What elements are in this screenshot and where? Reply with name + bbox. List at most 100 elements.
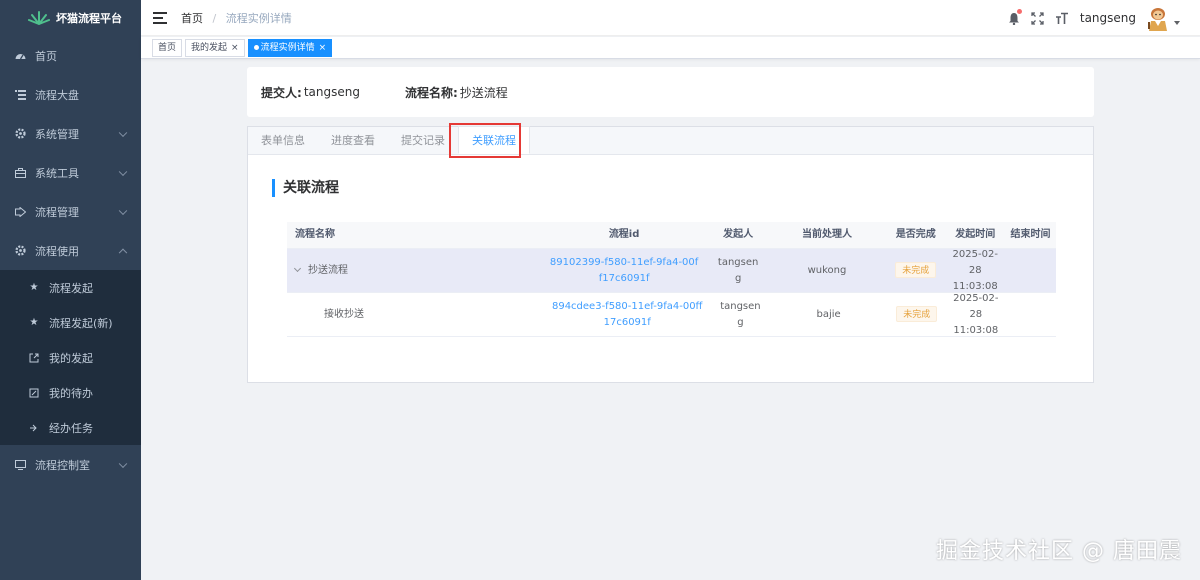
- chevron-down-icon: [118, 167, 128, 176]
- font-size-icon[interactable]: [1054, 10, 1070, 26]
- detail-panel: 表单信息 进度查看 提交记录 关联流程 关联流程 流程名称 流程id 发起人 当…: [247, 123, 1094, 383]
- caret-down-icon[interactable]: [1174, 21, 1180, 25]
- tag-label: 首页: [158, 42, 177, 53]
- sidebar-item-label: 首页: [35, 49, 57, 63]
- start-time: 11:03:08: [953, 324, 999, 336]
- logo[interactable]: 坏猫流程平台: [0, 0, 141, 36]
- table-header: 流程名称 流程id 发起人 当前处理人 是否完成 发起时间 结束时间: [287, 222, 1056, 249]
- sidebar-item-label: 流程使用: [35, 244, 79, 258]
- logo-icon: [28, 11, 50, 25]
- star-icon: ★: [29, 282, 39, 293]
- breadcrumb-home[interactable]: 首页: [181, 12, 203, 25]
- sidebar: 坏猫流程平台 首页 流程大盘 系统管理 系统工具 流程管理 流程使用 ★ 流程发…: [0, 0, 141, 580]
- sidebar-item-my-started[interactable]: 我的发起: [0, 340, 141, 375]
- tab-related-process[interactable]: 关联流程: [458, 126, 530, 154]
- gear-icon: [14, 128, 26, 140]
- sidebar-item-label: 流程大盘: [35, 88, 79, 102]
- dashboard-icon: [14, 50, 26, 62]
- summary-card: 提交人: tangseng 流程名称: 抄送流程: [247, 67, 1094, 117]
- col-header: 发起人: [723, 229, 754, 240]
- process-id-link[interactable]: 894cdee3-f580-11ef-9fa4-00ff 17c6091f: [544, 299, 711, 331]
- process-name-cell: 抄送流程: [287, 263, 440, 279]
- col-header: 流程名称: [295, 229, 335, 240]
- sidebar-item-label: 我的发起: [49, 351, 93, 365]
- active-dot-icon: [253, 45, 259, 50]
- notification-dot: [1016, 9, 1022, 14]
- starter-line: tangsen: [720, 300, 761, 312]
- toolbox-icon: [14, 167, 26, 179]
- submenu-process-use: ★ 流程发起 ★ 流程发起(新) 我的发起 我的待办 经办任务: [0, 270, 141, 445]
- tag-my-started[interactable]: 我的发起 ×: [185, 38, 245, 57]
- process-id-line: f17c6091f: [598, 272, 650, 284]
- chevron-up-icon: [118, 248, 128, 257]
- breadcrumb: 首页 / 流程实例详情: [181, 10, 292, 26]
- list-icon: [14, 89, 26, 101]
- sidebar-item-label: 系统管理: [35, 127, 79, 141]
- starter-cell: tangsen g: [708, 255, 767, 287]
- bell-icon[interactable]: [1006, 9, 1022, 26]
- sidebar-item-my-todo[interactable]: 我的待办: [0, 375, 141, 410]
- sidebar-item-start-process-new[interactable]: ★ 流程发起(新): [0, 305, 141, 340]
- col-header: 发起时间: [955, 229, 996, 240]
- col-header: 流程id: [608, 229, 640, 240]
- watermark: 掘金技术社区 @ 唐田震: [936, 539, 1182, 564]
- table-row[interactable]: 抄送流程 89102399-f580-11ef-9fa4-00f f17c609…: [287, 249, 1056, 293]
- handler-cell: bajie: [816, 308, 841, 320]
- sidebar-item-label: 经办任务: [49, 421, 93, 435]
- handler-cell: wukong: [807, 264, 847, 276]
- status-badge: 未完成: [896, 306, 938, 322]
- table-row[interactable]: 接收抄送 894cdee3-f580-11ef-9fa4-00ff 17c609…: [287, 293, 1056, 337]
- logo-text: 坏猫流程平台: [56, 12, 122, 25]
- col-header: 当前处理人: [801, 229, 852, 240]
- sidebar-item-system-tools[interactable]: 系统工具: [0, 153, 141, 192]
- fullscreen-icon[interactable]: [1030, 10, 1046, 26]
- sidebar-item-start-process[interactable]: ★ 流程发起: [0, 270, 141, 305]
- tab-submit-records[interactable]: 提交记录: [388, 127, 458, 154]
- tag-home[interactable]: 首页: [152, 38, 183, 57]
- sidebar-item-home[interactable]: 首页: [0, 36, 141, 75]
- sidebar-item-process-admin[interactable]: 流程管理: [0, 192, 141, 231]
- tag-label: 流程实例详情: [260, 42, 315, 53]
- process-name-value: 抄送流程: [459, 85, 508, 100]
- edit-icon: [28, 387, 40, 399]
- close-icon[interactable]: ×: [319, 40, 327, 56]
- start-time-cell: 2025-02-28 11:03:08: [946, 291, 1005, 339]
- tab-form-info[interactable]: 表单信息: [248, 127, 318, 154]
- chevron-down-icon: [118, 206, 128, 215]
- process-id-link[interactable]: 89102399-f580-11ef-9fa4-00f f17c6091f: [540, 255, 709, 287]
- related-process-table: 流程名称 流程id 发起人 当前处理人 是否完成 发起时间 结束时间 抄送流程 …: [287, 222, 1056, 337]
- process-id-line: 89102399-f580-11ef-9fa4-00f: [549, 256, 699, 268]
- gear-icon: [14, 245, 26, 257]
- sidebar-item-dashboard[interactable]: 流程大盘: [0, 75, 141, 114]
- username[interactable]: tangseng: [1080, 11, 1136, 25]
- sidebar-item-control-room[interactable]: 流程控制室: [0, 445, 141, 484]
- sidebar-item-system-admin[interactable]: 系统管理: [0, 114, 141, 153]
- tag-label: 我的发起: [191, 42, 228, 53]
- tag-instance-detail[interactable]: 流程实例详情 ×: [247, 38, 333, 57]
- starter-cell: tangsen g: [711, 299, 770, 331]
- arrow-in-icon: [28, 422, 40, 434]
- sidebar-item-label: 流程发起: [49, 281, 93, 295]
- section-title: 关联流程: [272, 179, 339, 197]
- sidebar-item-label: 流程管理: [35, 205, 79, 219]
- process-name: 抄送流程: [308, 264, 348, 276]
- sidebar-item-process-use[interactable]: 流程使用: [0, 231, 141, 270]
- status-cell: 未完成: [887, 306, 946, 323]
- start-date: 2025-02-28: [953, 292, 999, 320]
- flow-icon: [14, 206, 26, 218]
- hamburger-icon[interactable]: [153, 11, 167, 24]
- process-name-label: 流程名称:: [404, 85, 458, 100]
- tab-progress[interactable]: 进度查看: [318, 127, 388, 154]
- sidebar-item-handled-tasks[interactable]: 经办任务: [0, 410, 141, 445]
- sidebar-item-label: 流程发起(新): [49, 316, 113, 330]
- status-cell: 未完成: [886, 262, 945, 279]
- top-navbar: 首页 / 流程实例详情 tangseng: [141, 0, 1200, 36]
- header-actions: tangseng: [998, 0, 1180, 36]
- close-icon[interactable]: ×: [231, 40, 239, 56]
- chevron-down-icon[interactable]: [293, 264, 302, 272]
- sidebar-item-label: 系统工具: [35, 166, 79, 180]
- process-name-cell: 接收抄送: [287, 307, 444, 323]
- starter-line: tangsen: [717, 256, 759, 268]
- avatar[interactable]: [1146, 5, 1170, 31]
- monitor-icon: [14, 459, 26, 471]
